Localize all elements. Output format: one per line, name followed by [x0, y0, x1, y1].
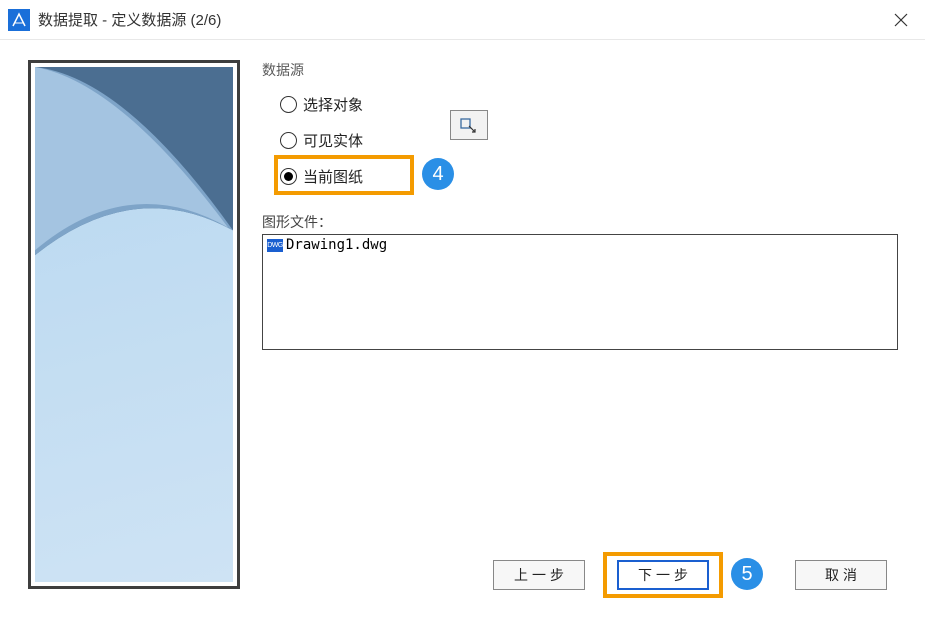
- file-name: Drawing1.dwg: [286, 237, 387, 253]
- next-button-wrap: 下一步 5: [603, 552, 723, 598]
- drawing-files-label: 图形文件：: [262, 212, 901, 232]
- radio-icon: [280, 96, 297, 113]
- data-source-label: 数据源: [262, 60, 901, 80]
- button-label: 上一步: [514, 565, 568, 585]
- button-label: 下一步: [638, 565, 692, 585]
- close-button[interactable]: [887, 6, 915, 34]
- callout-4: 4: [422, 158, 454, 190]
- drawing-files-list[interactable]: DWG Drawing1.dwg: [262, 234, 898, 350]
- preview-pane: [28, 60, 240, 589]
- radio-icon-checked: [280, 168, 297, 185]
- button-row: 上一步 下一步 5 取消: [493, 552, 887, 598]
- dwg-file-icon: DWG: [267, 239, 283, 252]
- app-icon: [8, 9, 30, 31]
- next-button[interactable]: 下一步: [617, 560, 709, 590]
- radio-label: 当前图纸: [303, 166, 363, 187]
- page-curl-decoration: [35, 67, 233, 582]
- radio-current-drawing[interactable]: 当前图纸 4: [280, 158, 901, 194]
- radio-icon: [280, 132, 297, 149]
- list-item[interactable]: DWG Drawing1.dwg: [267, 237, 893, 253]
- radio-label: 可见实体: [303, 130, 363, 151]
- prev-button[interactable]: 上一步: [493, 560, 585, 590]
- settings-column: 数据源 选择对象 可见实体: [262, 60, 901, 626]
- close-icon: [894, 13, 908, 27]
- radio-label: 选择对象: [303, 94, 363, 115]
- dialog-body: 数据源 选择对象 可见实体: [0, 40, 925, 642]
- preview-image: [35, 67, 233, 582]
- button-label: 取消: [825, 565, 861, 585]
- callout-5: 5: [731, 558, 763, 590]
- radio-select-objects[interactable]: 选择对象: [280, 86, 901, 122]
- radio-visible-entities[interactable]: 可见实体: [280, 122, 901, 158]
- window-title: 数据提取 - 定义数据源 (2/6): [38, 9, 887, 30]
- data-source-group: 选择对象 可见实体 当前图纸 4: [262, 84, 901, 194]
- cancel-button[interactable]: 取消: [795, 560, 887, 590]
- titlebar: 数据提取 - 定义数据源 (2/6): [0, 0, 925, 40]
